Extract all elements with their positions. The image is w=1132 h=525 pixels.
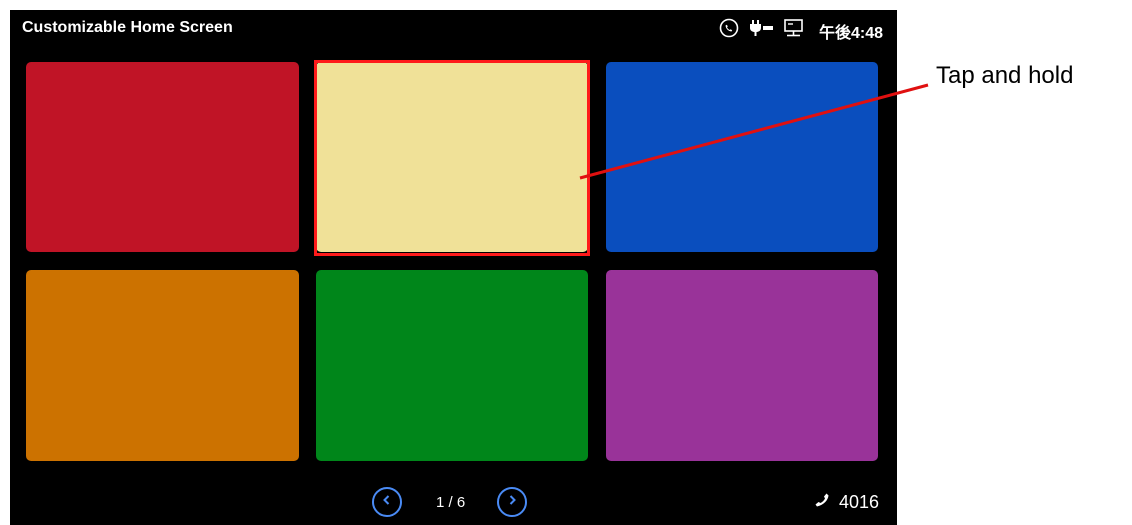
callout-label: Tap and hold: [936, 62, 1074, 89]
